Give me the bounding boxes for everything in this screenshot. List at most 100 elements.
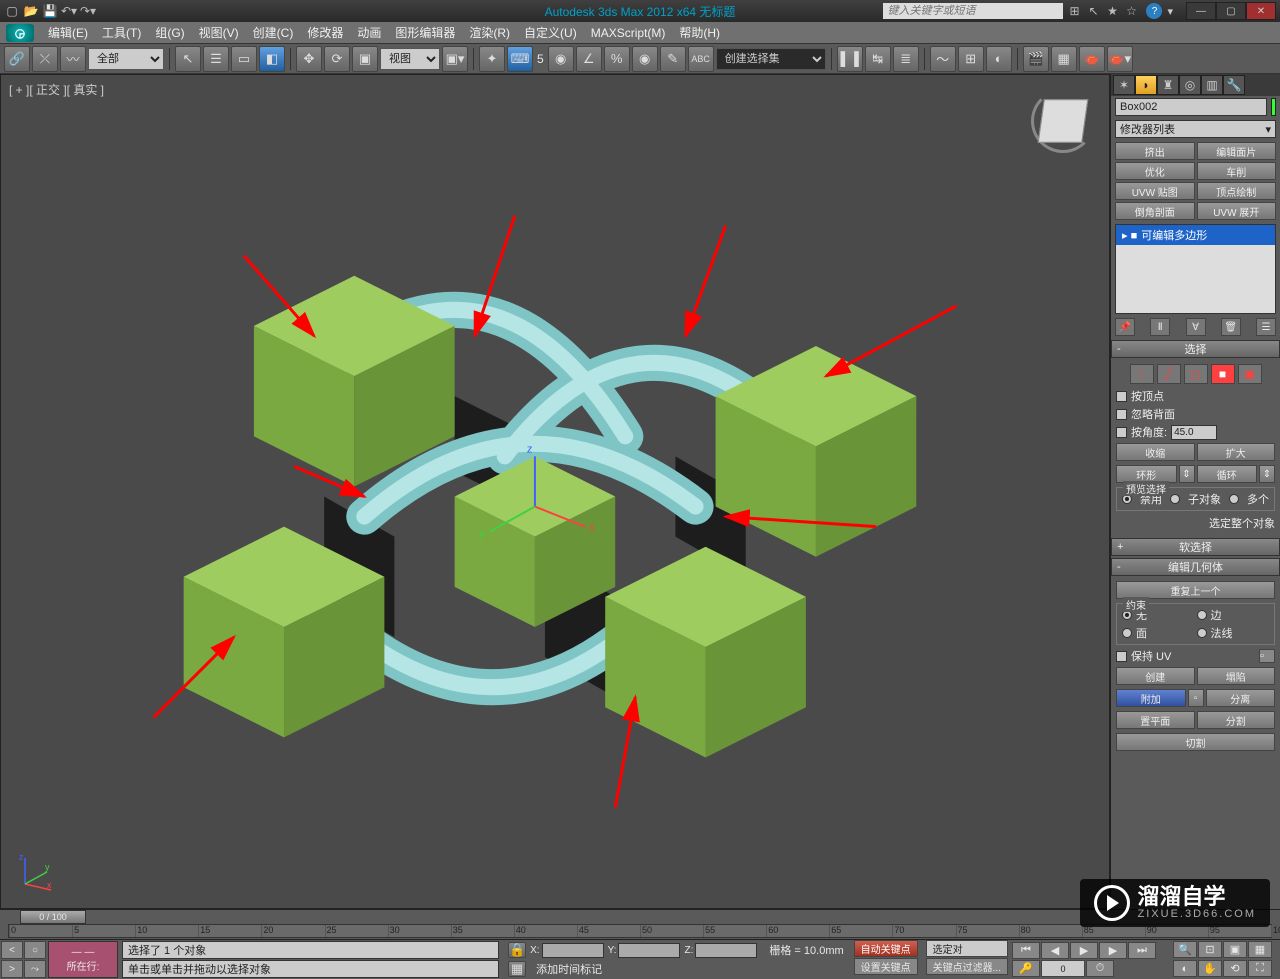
isolate-icon[interactable]: ▦ (508, 961, 526, 977)
viewport[interactable]: [ + ][ 正交 ][ 真实 ] (0, 74, 1110, 909)
render-setup-icon[interactable]: 🎬 (1023, 46, 1049, 72)
unlink-icon[interactable]: ⤫ (32, 46, 58, 72)
subobj-vertex-icon[interactable]: ⋮ (1130, 364, 1154, 384)
ring-spin[interactable]: ⇕ (1179, 465, 1195, 483)
mini-listener-icon[interactable]: < (1, 941, 23, 959)
select-rect-icon[interactable]: ▭ (231, 46, 257, 72)
help-icon[interactable]: ? (1146, 3, 1162, 19)
auto-key-button[interactable]: 自动关键点 (854, 940, 918, 957)
next-frame-icon[interactable]: ▶ (1099, 942, 1127, 959)
ref-coord-dropdown[interactable]: 视图 (380, 48, 440, 70)
loop-spin[interactable]: ⇕ (1259, 465, 1275, 483)
tab-motion-icon[interactable]: ◎ (1179, 75, 1201, 95)
named-selection-dropdown[interactable]: 创建选择集 (716, 48, 826, 70)
mod-optimize-button[interactable]: 优化 (1115, 162, 1195, 180)
rollout-editgeom[interactable]: -编辑几何体 (1111, 558, 1280, 576)
rollout-softselection[interactable]: +软选择 (1111, 538, 1280, 556)
coord-y-field[interactable] (618, 943, 680, 958)
menu-edit[interactable]: 编辑(E) (42, 22, 94, 43)
menu-modifiers[interactable]: 修改器 (301, 22, 349, 43)
mod-vertexpaint-button[interactable]: 顶点绘制 (1197, 182, 1277, 200)
max-toggle-icon[interactable]: ⛶ (1248, 960, 1272, 977)
app-icon[interactable]: ◶ (6, 24, 34, 42)
preview-sub-radio[interactable] (1170, 494, 1180, 504)
constraint-face-radio[interactable] (1122, 628, 1132, 638)
set-key-button[interactable]: 设置关键点 (854, 958, 918, 975)
macro-rec-icon[interactable]: ○ (24, 941, 46, 959)
tab-display-icon[interactable]: ▥ (1201, 75, 1223, 95)
redo-icon[interactable]: ↷▾ (80, 3, 96, 19)
rotate-icon[interactable]: ⟳ (324, 46, 350, 72)
by-angle-checkbox[interactable] (1116, 427, 1127, 438)
mod-extrude-button[interactable]: 挤出 (1115, 142, 1195, 160)
link-icon[interactable]: 🔗 (4, 46, 30, 72)
schematic-view-icon[interactable]: ⊞ (958, 46, 984, 72)
time-config-icon[interactable]: ⏱ (1086, 960, 1114, 977)
play-icon[interactable]: ▶ (1070, 942, 1098, 959)
scale-icon[interactable]: ▣ (352, 46, 378, 72)
slice-plane-button[interactable]: 置平面 (1116, 711, 1195, 729)
modifier-list-dropdown[interactable]: 修改器列表▾ (1115, 120, 1276, 138)
mod-uvwmap-button[interactable]: UVW 贴图 (1115, 182, 1195, 200)
preserve-uv-checkbox[interactable] (1116, 651, 1127, 662)
by-vertex-checkbox[interactable] (1116, 391, 1127, 402)
comm-center-icon[interactable]: ⊞ (1066, 3, 1082, 19)
key-filters-button[interactable]: 关键点过滤器... (926, 958, 1008, 975)
edit-named-sel-icon[interactable]: ✎ (660, 46, 686, 72)
window-crossing-icon[interactable]: ◧ (259, 46, 285, 72)
constraint-edge-radio[interactable] (1197, 610, 1207, 620)
select-object-icon[interactable]: ↖ (175, 46, 201, 72)
minimize-button[interactable]: — (1186, 2, 1216, 20)
menu-help[interactable]: 帮助(H) (673, 22, 726, 43)
selection-filter-dropdown[interactable]: 全部 (88, 48, 164, 70)
time-slider-knob[interactable]: 0 / 100 (20, 910, 86, 924)
subobj-polygon-icon[interactable]: ■ (1211, 364, 1235, 384)
reset-plane-button[interactable]: 切割 (1116, 733, 1275, 751)
select-by-name-icon[interactable]: ☰ (203, 46, 229, 72)
zoom-extents-icon[interactable]: ▣ (1223, 941, 1247, 958)
key-mode-icon[interactable]: 🔑 (1012, 960, 1040, 977)
spinner-snap-icon[interactable]: ◉ (632, 46, 658, 72)
use-center-icon[interactable]: ▣▾ (442, 46, 468, 72)
orbit-icon[interactable]: ⟲ (1223, 960, 1247, 977)
new-icon[interactable]: ▢ (4, 3, 20, 19)
tab-modify-icon[interactable]: ◗ (1135, 75, 1157, 95)
pin-stack-icon[interactable]: 📌 (1115, 318, 1135, 336)
attach-list[interactable]: ▫ (1188, 689, 1204, 707)
preserve-uv-settings[interactable]: ▫ (1259, 649, 1275, 663)
keyboard-shortcut-icon[interactable]: ⌨ (507, 46, 533, 72)
angle-spinner[interactable]: 45.0 (1171, 425, 1217, 440)
constraint-normal-radio[interactable] (1197, 628, 1207, 638)
mod-bevelprofile-button[interactable]: 倒角剖面 (1115, 202, 1195, 220)
rollout-selection[interactable]: -选择 (1111, 340, 1280, 358)
subobj-element-icon[interactable]: ▣ (1238, 364, 1262, 384)
menu-maxscript[interactable]: MAXScript(M) (585, 24, 672, 42)
bind-spacewarp-icon[interactable]: 〰 (60, 46, 86, 72)
key-filters-sel[interactable]: 选定对 (926, 940, 1008, 957)
preview-multi-radio[interactable] (1229, 494, 1239, 504)
detach-button[interactable]: 分离 (1206, 689, 1276, 707)
manipulate-icon[interactable]: ✦ (479, 46, 505, 72)
show-end-icon[interactable]: Ⅱ (1150, 318, 1170, 336)
lock-icon[interactable]: ⤳ (24, 960, 46, 978)
mirror-icon[interactable]: ▌▐ (837, 46, 863, 72)
coord-x-field[interactable] (542, 943, 604, 958)
menu-create[interactable]: 创建(C) (247, 22, 300, 43)
maximize-button[interactable]: ▢ (1216, 2, 1246, 20)
tab-utilities-icon[interactable]: 🔧 (1223, 75, 1245, 95)
current-frame-field[interactable]: 0 (1041, 960, 1085, 977)
mod-editpatch-button[interactable]: 编辑面片 (1197, 142, 1277, 160)
undo-icon[interactable]: ↶▾ (61, 3, 77, 19)
ignore-backfacing-checkbox[interactable] (1116, 409, 1127, 420)
menu-animation[interactable]: 动画 (351, 22, 387, 43)
remove-mod-icon[interactable]: 🗑 (1221, 318, 1241, 336)
curve-editor-icon[interactable]: 〜 (930, 46, 956, 72)
goto-start-icon[interactable]: ⏮ (1012, 942, 1040, 959)
tab-hierarchy-icon[interactable]: ♜ (1157, 75, 1179, 95)
zoom-all-icon[interactable]: ⊡ (1198, 941, 1222, 958)
render-production-icon[interactable]: 🫖 (1079, 46, 1105, 72)
tab-create-icon[interactable]: ✶ (1113, 75, 1135, 95)
mod-lathe-button[interactable]: 车削 (1197, 162, 1277, 180)
align-icon[interactable]: ↹ (865, 46, 891, 72)
menu-customize[interactable]: 自定义(U) (518, 22, 583, 43)
